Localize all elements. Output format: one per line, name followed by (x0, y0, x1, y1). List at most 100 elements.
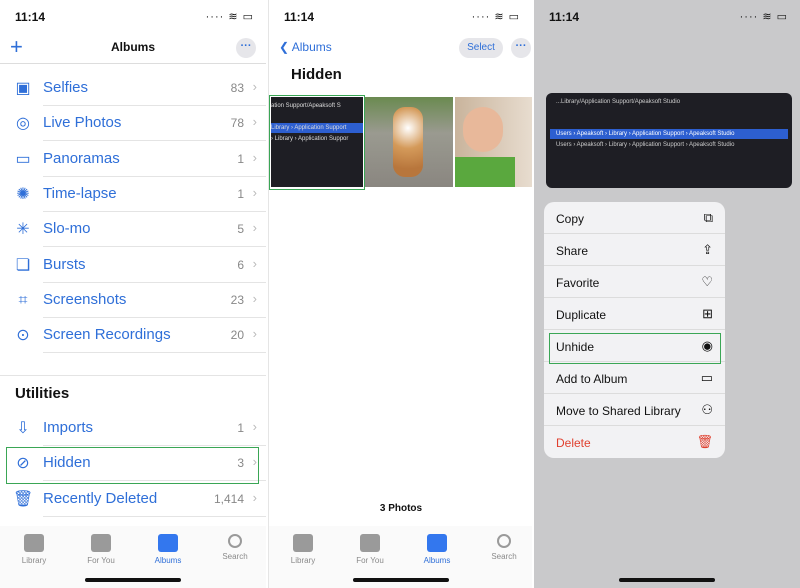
trash-icon: 🗑 (13, 490, 34, 508)
home-indicator (619, 578, 715, 582)
album-row-time-lapse[interactable]: ✺ Time-lapse 1 › (0, 177, 266, 212)
import-icon: ⇩ (16, 420, 30, 437)
row-divider (43, 515, 266, 517)
people-icon: ⚇ (701, 402, 713, 417)
hidden-album-screen: 11:14 ···· ≋ ▭ ❮ Albums Select ··· Hidde… (268, 0, 532, 588)
menu-item-label: Duplicate (556, 308, 607, 322)
tab-label: Albums (154, 556, 182, 565)
photo-preview: ...Library/Application Support/Apeaksoft… (546, 93, 792, 188)
album-label: Recently Deleted (43, 489, 158, 507)
tab-label: Search (491, 552, 517, 561)
more-button[interactable]: ··· (236, 38, 256, 58)
album-label: Live Photos (43, 114, 122, 132)
album-count: 1 (237, 186, 244, 201)
album-count: 5 (237, 222, 244, 237)
preview-text: Users › Apeaksoft › Library › Applicatio… (550, 129, 788, 139)
photo-stack-icon (293, 534, 313, 552)
tab-label: Albums (423, 556, 451, 565)
timelapse-icon: ✺ (16, 185, 30, 203)
photo-thumbnail-dog[interactable] (365, 97, 453, 187)
share-icon: ⇪ (702, 242, 713, 257)
menu-item-label: Copy (556, 212, 585, 226)
tab-label: Search (222, 552, 248, 561)
chevron-right-icon: › (252, 326, 257, 342)
for-you-icon (91, 534, 111, 552)
album-count: 6 (237, 257, 244, 272)
album-label: Time-lapse (43, 184, 117, 202)
album-row-bursts[interactable]: ❏ Bursts 6 › (0, 248, 266, 283)
status-time: 11:14 (549, 10, 580, 24)
tab-library[interactable]: Library (9, 534, 59, 565)
menu-item-move-to-shared-library[interactable]: Move to Shared Library ⚇ (544, 394, 725, 426)
menu-item-duplicate[interactable]: Duplicate ⊞ (544, 298, 725, 330)
menu-item-delete[interactable]: Delete 🗑 (544, 426, 725, 458)
album-label: Slo-mo (43, 220, 91, 238)
album-row-selfies[interactable]: ▣ Selfies 83 › (0, 71, 266, 106)
tab-for-you[interactable]: For You (345, 534, 395, 565)
menu-item-label: Favorite (556, 276, 600, 290)
home-indicator (352, 578, 449, 582)
album-row-panoramas[interactable]: ▭ Panoramas 1 › (0, 142, 266, 177)
tab-label: Library (290, 556, 316, 565)
chevron-right-icon: › (252, 114, 257, 130)
back-label: Albums (291, 40, 332, 54)
row-divider (43, 352, 266, 354)
album-row-live-photos[interactable]: ◎ Live Photos 78 › (0, 106, 266, 142)
album-row-recently-deleted[interactable]: 🗑 Recently Deleted 1,414 › (0, 482, 266, 517)
search-icon (497, 534, 511, 548)
heart-icon: ♡ (701, 274, 713, 289)
tab-bar: Library For You Albums Search (269, 526, 532, 588)
menu-item-add-to-album[interactable]: Add to Album ▭ (544, 362, 725, 394)
menu-item-label: Share (556, 244, 589, 258)
albums-icon (427, 534, 447, 552)
status-icons: ···· ≋ ▭ (205, 11, 254, 23)
album-label: Imports (43, 419, 94, 436)
tab-label: For You (87, 556, 115, 565)
tab-library[interactable]: Library (278, 534, 328, 565)
context-menu-screen: 11:14 ···· ≋ ▭ ...Library/Application Su… (534, 0, 800, 588)
menu-item-label: Add to Album (556, 372, 628, 386)
chevron-right-icon: › (252, 290, 257, 306)
albums-icon (158, 534, 178, 552)
camera-viewfinder-icon: ⌗ (18, 291, 28, 309)
preview-text: Users › Apeaksoft › Library › Applicatio… (556, 142, 735, 148)
tab-albums[interactable]: Albums (412, 534, 462, 565)
album-row-imports[interactable]: ⇩ Imports 1 › (0, 411, 266, 446)
live-photo-icon: ◎ (16, 115, 30, 133)
album-row-slo-mo[interactable]: ✳ Slo-mo 5 › (0, 212, 266, 248)
utilities-header: Utilities (15, 385, 70, 402)
add-to-album-icon: ▭ (700, 370, 713, 385)
chevron-right-icon: › (252, 255, 257, 271)
slomo-icon: ✳ (16, 221, 30, 239)
chevron-right-icon: › (252, 184, 257, 200)
album-row-screenshots[interactable]: ⌗ Screenshots 23 › (0, 283, 266, 318)
album-title: Hidden (291, 66, 342, 83)
screenshot-highlight (269, 95, 365, 190)
tab-for-you[interactable]: For You (76, 534, 126, 565)
preview-text: ...Library/Application Support/Apeaksoft… (556, 99, 681, 105)
status-icons: ···· ≋ ▭ (471, 11, 520, 23)
album-count: 23 (230, 292, 244, 307)
tab-bar: Library For You Albums Search (0, 526, 266, 588)
menu-item-share[interactable]: Share ⇪ (544, 234, 725, 266)
tab-search[interactable]: Search (210, 534, 260, 561)
photo-thumbnail-baby[interactable] (455, 97, 532, 187)
select-button[interactable]: Select (459, 38, 503, 58)
chevron-right-icon: › (252, 220, 257, 236)
album-count: 20 (230, 328, 244, 343)
status-time: 11:14 (284, 10, 315, 24)
chevron-right-icon: › (252, 419, 257, 434)
menu-item-copy[interactable]: Copy ⧉ (544, 202, 725, 234)
tab-albums[interactable]: Albums (143, 534, 193, 565)
back-button[interactable]: ❮ Albums (279, 40, 332, 54)
menu-item-label: Delete (556, 436, 591, 450)
menu-item-label: Move to Shared Library (556, 404, 681, 418)
more-button[interactable]: ··· (511, 38, 531, 58)
trash-icon: 🗑 (696, 434, 713, 449)
album-row-screen-recordings[interactable]: ⊙ Screen Recordings 20 › (0, 318, 266, 354)
tab-search[interactable]: Search (479, 534, 529, 561)
record-icon: ⊙ (16, 327, 30, 345)
menu-item-favorite[interactable]: Favorite ♡ (544, 266, 725, 298)
album-label: Screenshots (43, 290, 127, 308)
album-label: Selfies (43, 79, 89, 96)
